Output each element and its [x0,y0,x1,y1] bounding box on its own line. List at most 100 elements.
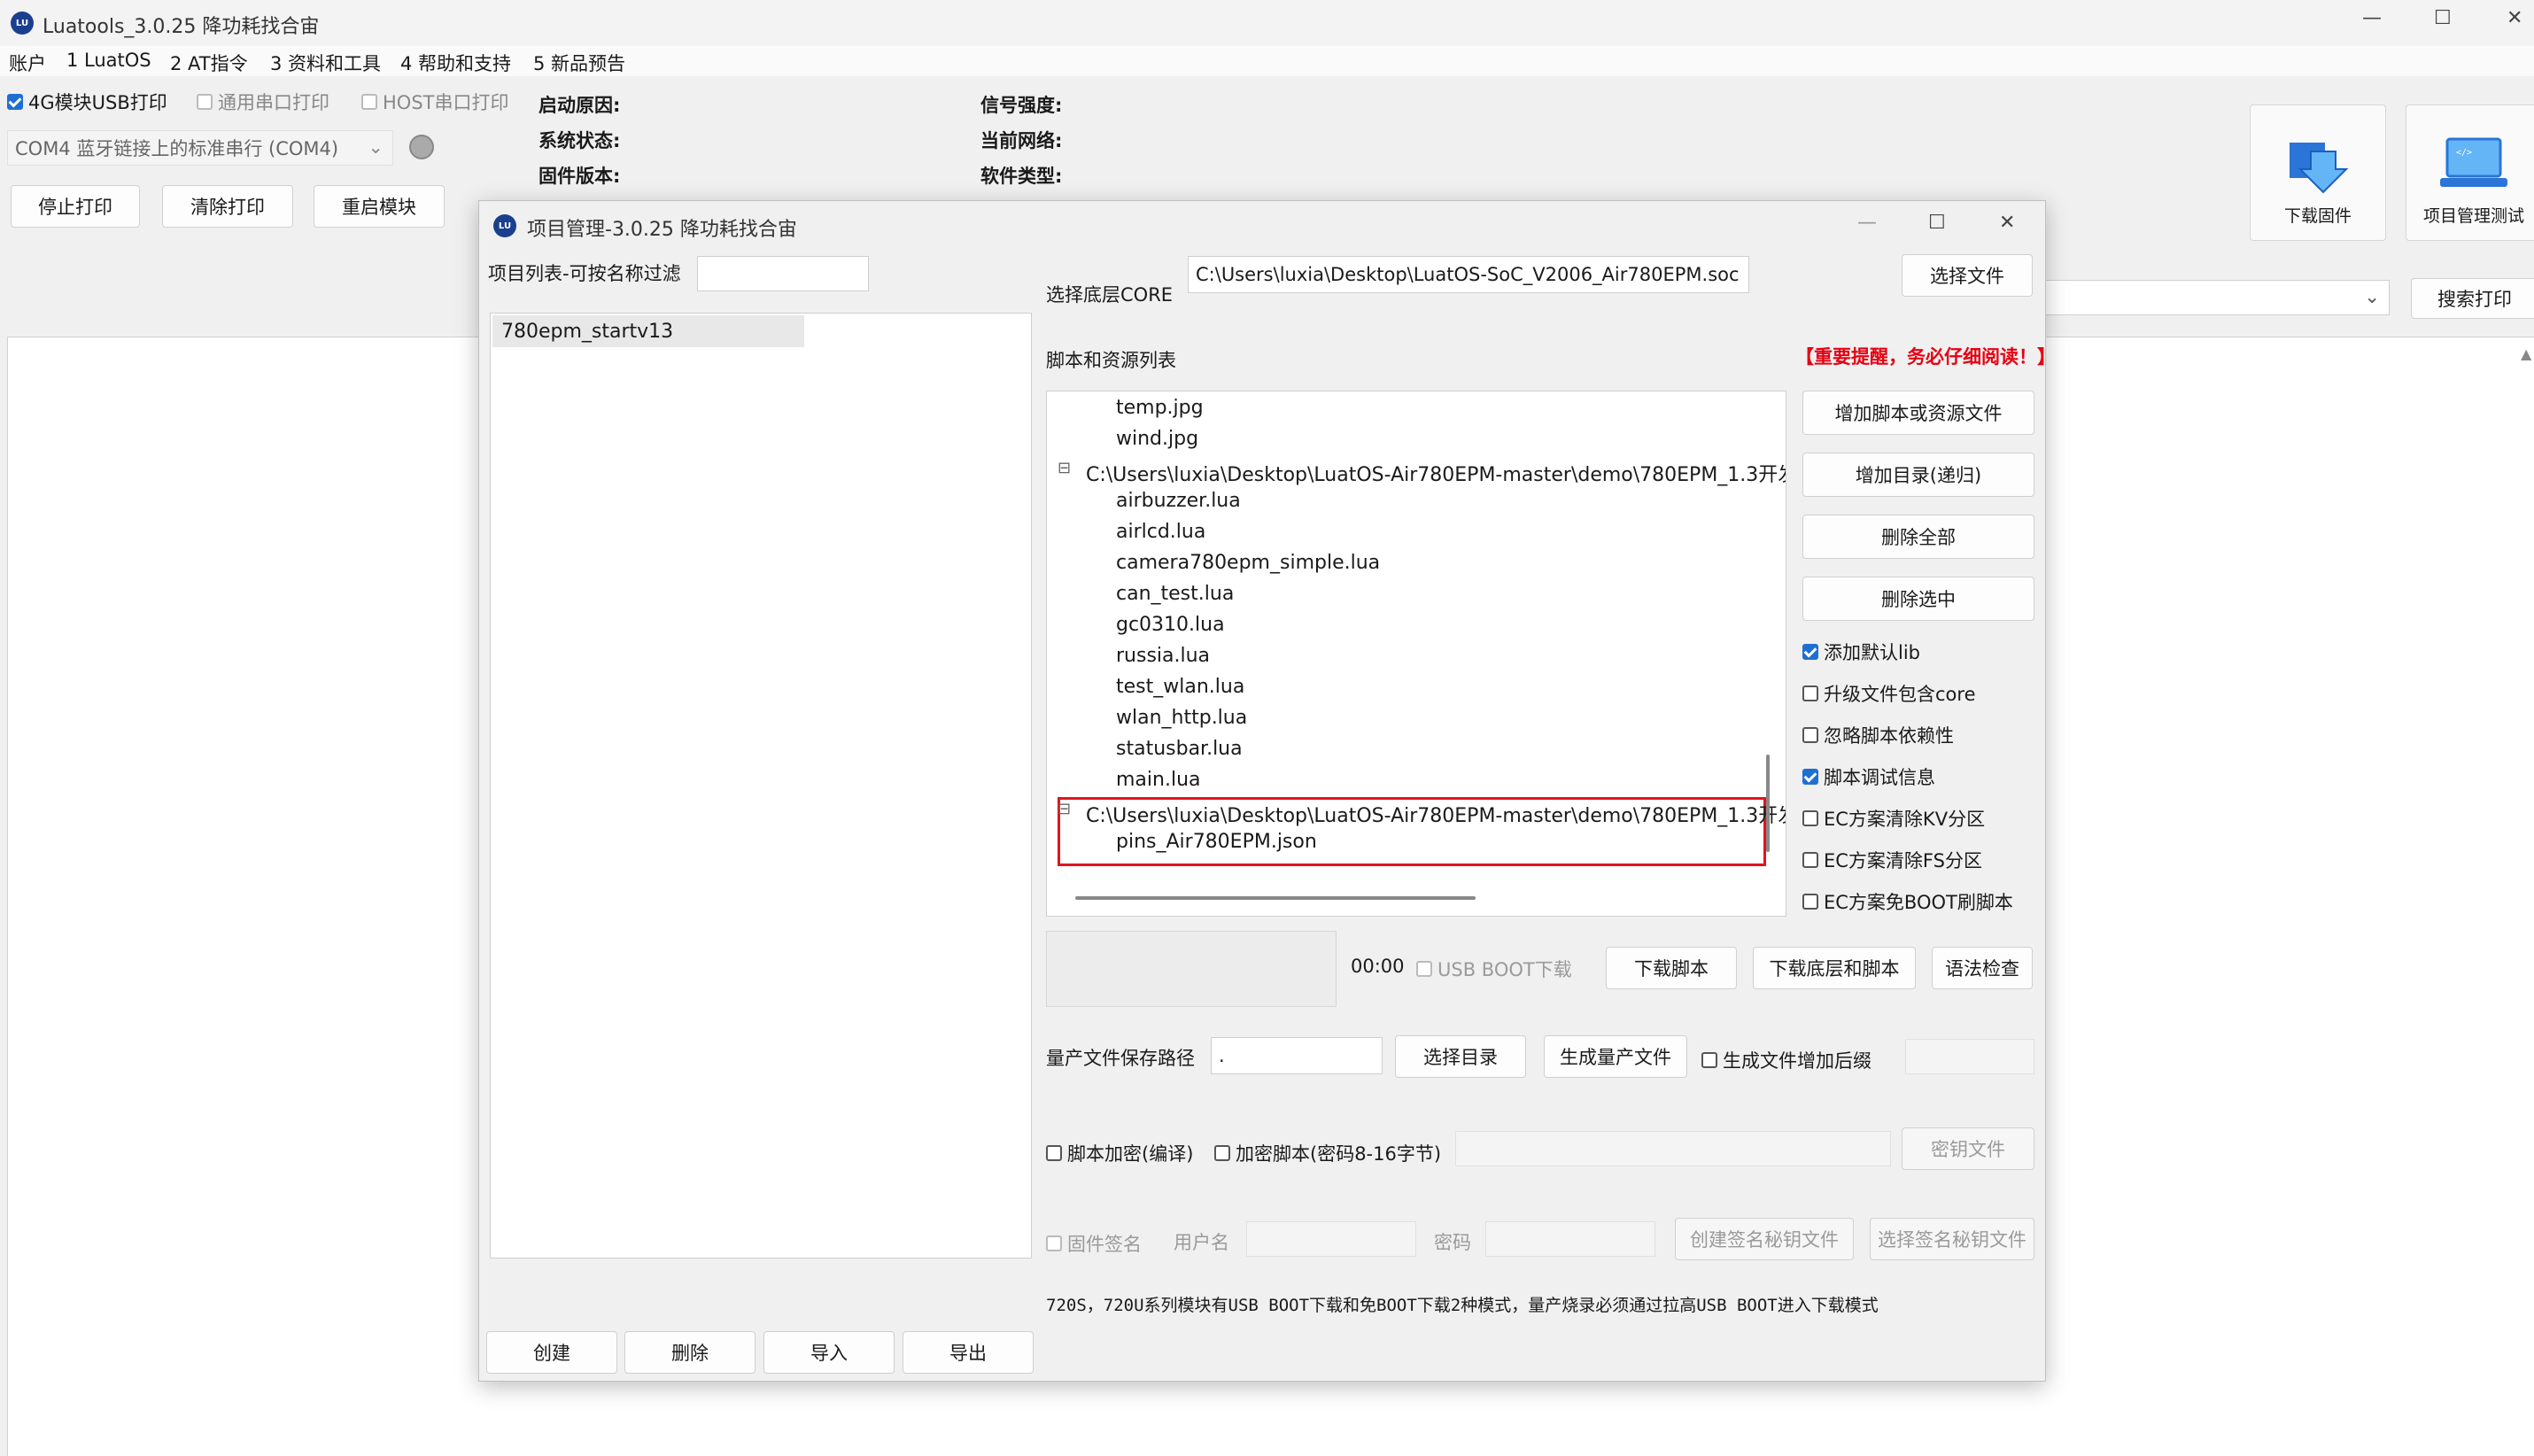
encrypt-password-input[interactable] [1455,1131,1891,1166]
tree-folder[interactable]: C:\Users\luxia\Desktop\LuatOS-Air780EPM-… [1086,800,1786,828]
uart-print-checkbox[interactable]: 通用串口打印 [197,89,329,115]
debug-info-checkbox[interactable]: 脚本调试信息 [1802,763,1935,790]
usb-print-checkbox[interactable]: 4G模块USB打印 [7,89,167,115]
username-input[interactable] [1246,1221,1416,1257]
usb-boot-checkbox[interactable]: USB BOOT下载 [1416,956,1572,982]
collapse-icon[interactable]: ⊟ [1058,800,1071,818]
port-select[interactable]: COM4 蓝牙链接上的标准串行 (COM4) ⌄ [7,130,393,166]
checkbox-icon [197,94,213,110]
tree-folder[interactable]: C:\Users\luxia\Desktop\LuatOS-Air780EPM-… [1086,459,1786,487]
encrypt-compile-checkbox[interactable]: 脚本加密(编译) [1046,1140,1193,1166]
tree-file[interactable]: statusbar.lua [1116,738,1243,760]
minimize-icon[interactable]: — [1857,212,1877,234]
tree-file[interactable]: wlan_http.lua [1116,707,1247,729]
menu-luatos[interactable]: 1 LuatOS [66,50,151,71]
download-core-script-button[interactable]: 下载底层和脚本 [1753,947,1916,989]
clear-print-button[interactable]: 清除打印 [162,185,293,228]
choose-dir-button[interactable]: 选择目录 [1395,1035,1526,1078]
key-file-button[interactable]: 密钥文件 [1902,1127,2034,1170]
choose-sign-key-button[interactable]: 选择签名秘钥文件 [1870,1218,2034,1260]
tree-file[interactable]: test_wlan.lua [1116,676,1244,698]
default-lib-checkbox[interactable]: 添加默认lib [1802,639,1920,665]
warning-link[interactable]: 【重要提醒，务必仔细阅读！】 [1795,343,2056,369]
create-sign-key-button[interactable]: 创建签名秘钥文件 [1675,1218,1854,1260]
script-tree[interactable]: temp.jpg wind.jpg ⊟ C:\Users\luxia\Deskt… [1046,391,1786,917]
menu-help[interactable]: 4 帮助和支持 [400,50,511,76]
export-button[interactable]: 导出 [903,1331,1034,1374]
stop-print-button[interactable]: 停止打印 [11,185,140,228]
ignore-deps-checkbox[interactable]: 忽略脚本依赖性 [1802,722,1954,748]
import-button[interactable]: 导入 [763,1331,895,1374]
mass-path-input[interactable]: . [1211,1037,1383,1074]
encrypt-script-checkbox[interactable]: 加密脚本(密码8-16字节) [1214,1140,1441,1166]
close-icon[interactable]: ✕ [1999,212,2015,234]
fw-sign-checkbox[interactable]: 固件签名 [1046,1230,1142,1257]
delete-all-button[interactable]: 删除全部 [1802,515,2034,559]
suffix-input[interactable] [1905,1039,2034,1074]
add-script-button[interactable]: 增加脚本或资源文件 [1802,391,2034,435]
dialog-title: 项目管理-3.0.25 降功耗找合宙 [527,219,797,241]
tree-file[interactable]: pins_Air780EPM.json [1116,831,1317,853]
project-test-tile[interactable]: </> 项目管理测试 [2406,105,2534,241]
tree-file[interactable]: wind.jpg [1116,428,1198,450]
horizontal-scrollbar[interactable] [1075,896,1476,900]
menu-at[interactable]: 2 AT指令 [170,50,248,76]
core-path-value: C:\Users\luxia\Desktop\LuatOS-SoC_V2006_… [1196,264,1740,285]
password-input[interactable] [1485,1221,1655,1257]
usb-boot-note: 720S，720U系列模块有USB BOOT下载和免BOOT下载2种模式，量产烧… [1046,1296,1879,1315]
tree-file[interactable]: russia.lua [1116,645,1210,667]
maximize-icon[interactable]: ☐ [1928,212,1946,234]
usb-print-label: 4G模块USB打印 [28,92,167,113]
ec-clear-fs-checkbox[interactable]: EC方案清除FS分区 [1802,847,1982,873]
create-button[interactable]: 创建 [486,1331,617,1374]
search-print-button[interactable]: 搜索打印 [2411,278,2534,319]
choose-file-button[interactable]: 选择文件 [1902,254,2033,297]
usb-boot-label: USB BOOT下载 [1437,959,1572,980]
window-title: Luatools_3.0.25 降功耗找合宙 [43,16,320,38]
download-script-button[interactable]: 下载脚本 [1606,947,1737,989]
syntax-check-button[interactable]: 语法检查 [1932,947,2033,989]
tree-file[interactable]: airbuzzer.lua [1116,490,1241,512]
include-core-checkbox[interactable]: 升级文件包含core [1802,680,1976,707]
host-print-checkbox[interactable]: HOST串口打印 [361,89,508,115]
tree-file[interactable]: main.lua [1116,769,1201,791]
scroll-up-icon[interactable]: ▲ [2521,345,2531,362]
collapse-icon[interactable]: ⊟ [1058,459,1071,477]
software-type-label: 软件类型: [980,166,1063,187]
ec-no-boot-checkbox[interactable]: EC方案免BOOT刷脚本 [1802,888,2013,915]
core-path-input[interactable]: C:\Users\luxia\Desktop\LuatOS-SoC_V2006_… [1188,256,1749,293]
chevron-down-icon: ⌄ [368,136,384,158]
close-icon[interactable]: ✕ [2507,7,2522,29]
tree-file[interactable]: camera780epm_simple.lua [1116,552,1380,574]
menu-resources[interactable]: 3 资料和工具 [270,50,381,76]
port-select-value: COM4 蓝牙链接上的标准串行 (COM4) [15,138,339,159]
delete-project-button[interactable]: 删除 [624,1331,756,1374]
uart-print-label: 通用串口打印 [218,92,329,113]
maximize-icon[interactable]: ☐ [2434,7,2452,29]
delete-selected-button[interactable]: 删除选中 [1802,577,2034,621]
tree-file[interactable]: can_test.lua [1116,583,1234,605]
menu-new[interactable]: 5 新品预告 [533,50,625,76]
checkbox-icon [1701,1052,1717,1068]
tree-file[interactable]: temp.jpg [1116,397,1204,419]
add-directory-button[interactable]: 增加目录(递归) [1802,453,2034,497]
mass-path-label: 量产文件保存路径 [1046,1048,1195,1069]
project-list[interactable]: 780epm_startv13 [490,313,1032,1259]
tree-file[interactable]: gc0310.lua [1116,614,1225,636]
gen-mass-button[interactable]: 生成量产文件 [1544,1035,1687,1078]
core-label: 选择底层CORE [1046,284,1174,306]
menu-account[interactable]: 账户 [9,50,46,76]
ec-clear-kv-checkbox[interactable]: EC方案清除KV分区 [1802,805,1985,832]
minimize-icon[interactable]: — [2362,7,2382,29]
project-filter-input[interactable] [697,256,869,291]
vertical-scrollbar[interactable] [1766,755,1770,852]
list-item[interactable]: 780epm_startv13 [492,315,804,347]
refresh-icon[interactable] [409,135,434,159]
tree-file[interactable]: airlcd.lua [1116,521,1205,543]
log-filter-select[interactable]: ⌄ [2037,280,2390,315]
download-arrow-icon [2284,134,2352,196]
download-firmware-tile[interactable]: 下载固件 [2250,105,2386,241]
svg-text:</>: </> [2456,148,2472,158]
add-suffix-checkbox[interactable]: 生成文件增加后缀 [1701,1047,1871,1073]
restart-module-button[interactable]: 重启模块 [314,185,445,228]
